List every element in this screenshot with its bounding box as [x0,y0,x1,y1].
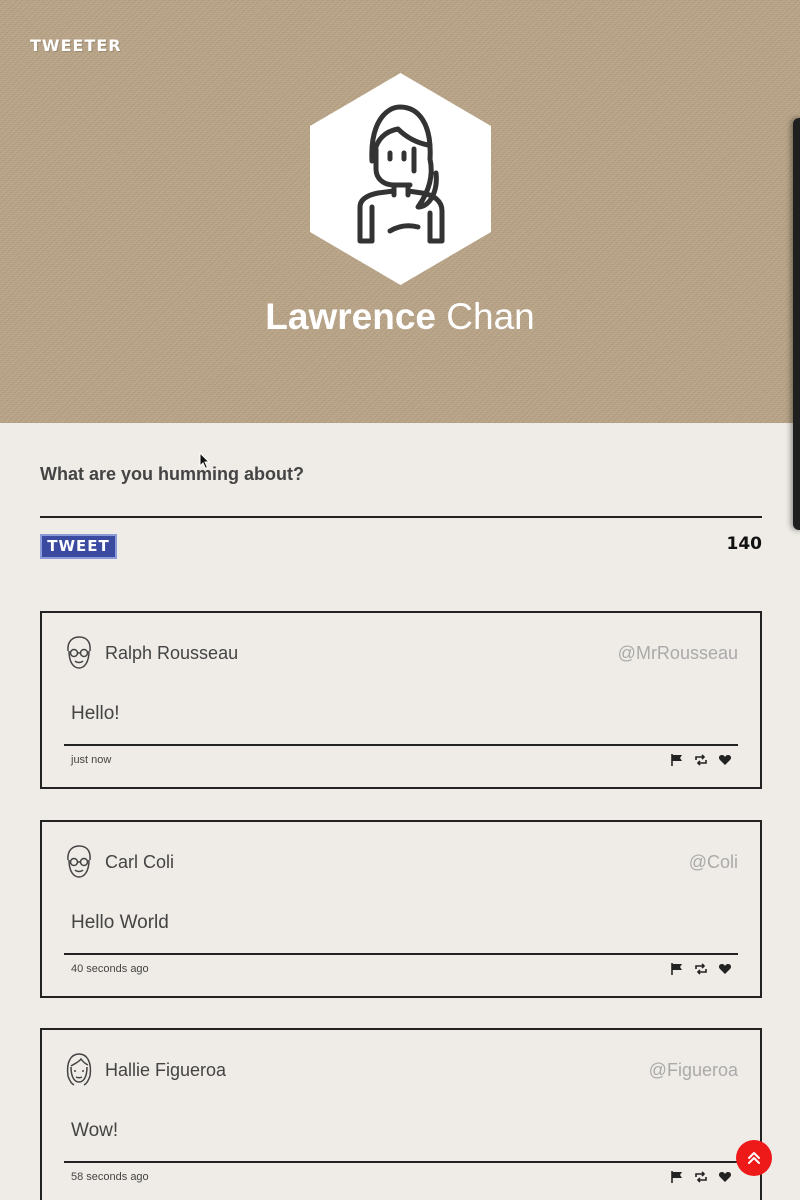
double-chevron-up-icon [748,1152,760,1164]
heart-icon[interactable] [718,1170,732,1184]
tweet-author-handle[interactable]: @Figueroa [649,1060,738,1081]
brand-logo[interactable]: TWEETER [30,36,122,55]
side-drawer-handle[interactable] [793,118,800,530]
tweet-author-name[interactable]: Hallie Figueroa [105,1060,226,1081]
flag-icon[interactable] [670,962,684,976]
compose-label: What are you humming about? [40,464,304,484]
compose-input[interactable] [40,490,762,518]
tweet-body: Hello! [71,703,120,724]
tweet-timestamp: 40 seconds ago [71,963,149,975]
profile-name: Lawrence Chan [0,296,800,338]
tweet-author-handle[interactable]: @Coli [689,852,738,873]
man-glasses-icon [67,845,91,878]
tweet-card: Ralph Rousseau @MrRousseau Hello! just n… [40,611,762,789]
tweet-actions [670,962,732,976]
tweet-author-name[interactable]: Carl Coli [105,852,174,873]
tweet-divider [64,953,738,955]
tweet-body: Hello World [71,912,169,933]
tweet-timestamp: 58 seconds ago [71,1171,149,1183]
profile-first-name: Lawrence [265,296,436,337]
character-counter: 140 [726,534,763,554]
profile-avatar [310,73,491,285]
tweet-divider [64,744,738,746]
retweet-icon[interactable] [694,962,708,976]
tweet-author-name[interactable]: Ralph Rousseau [105,643,238,664]
profile-header: TWEETER Lawrence Chan [0,0,800,423]
tweet-actions [670,753,732,767]
scroll-to-top-button[interactable] [736,1140,772,1176]
flag-icon[interactable] [670,753,684,767]
profile-last-name: Chan [446,296,535,337]
tweet-actions [670,1170,732,1184]
tweet-card: Carl Coli @Coli Hello World 40 seconds a… [40,820,762,998]
retweet-icon[interactable] [694,753,708,767]
mouse-cursor-icon [199,452,211,470]
man-glasses-icon [67,636,91,669]
heart-icon[interactable] [718,753,732,767]
tweet-divider [64,1161,738,1163]
woman-icon [66,1053,92,1086]
tweet-button[interactable]: TWEET [40,534,117,559]
heart-icon[interactable] [718,962,732,976]
tweet-author-handle[interactable]: @MrRousseau [618,643,738,664]
tweet-timestamp: just now [71,754,112,766]
flag-icon[interactable] [670,1170,684,1184]
tweet-body: Wow! [71,1120,119,1141]
tweet-card: Hallie Figueroa @Figueroa Wow! 58 second… [40,1028,762,1200]
retweet-icon[interactable] [694,1170,708,1184]
